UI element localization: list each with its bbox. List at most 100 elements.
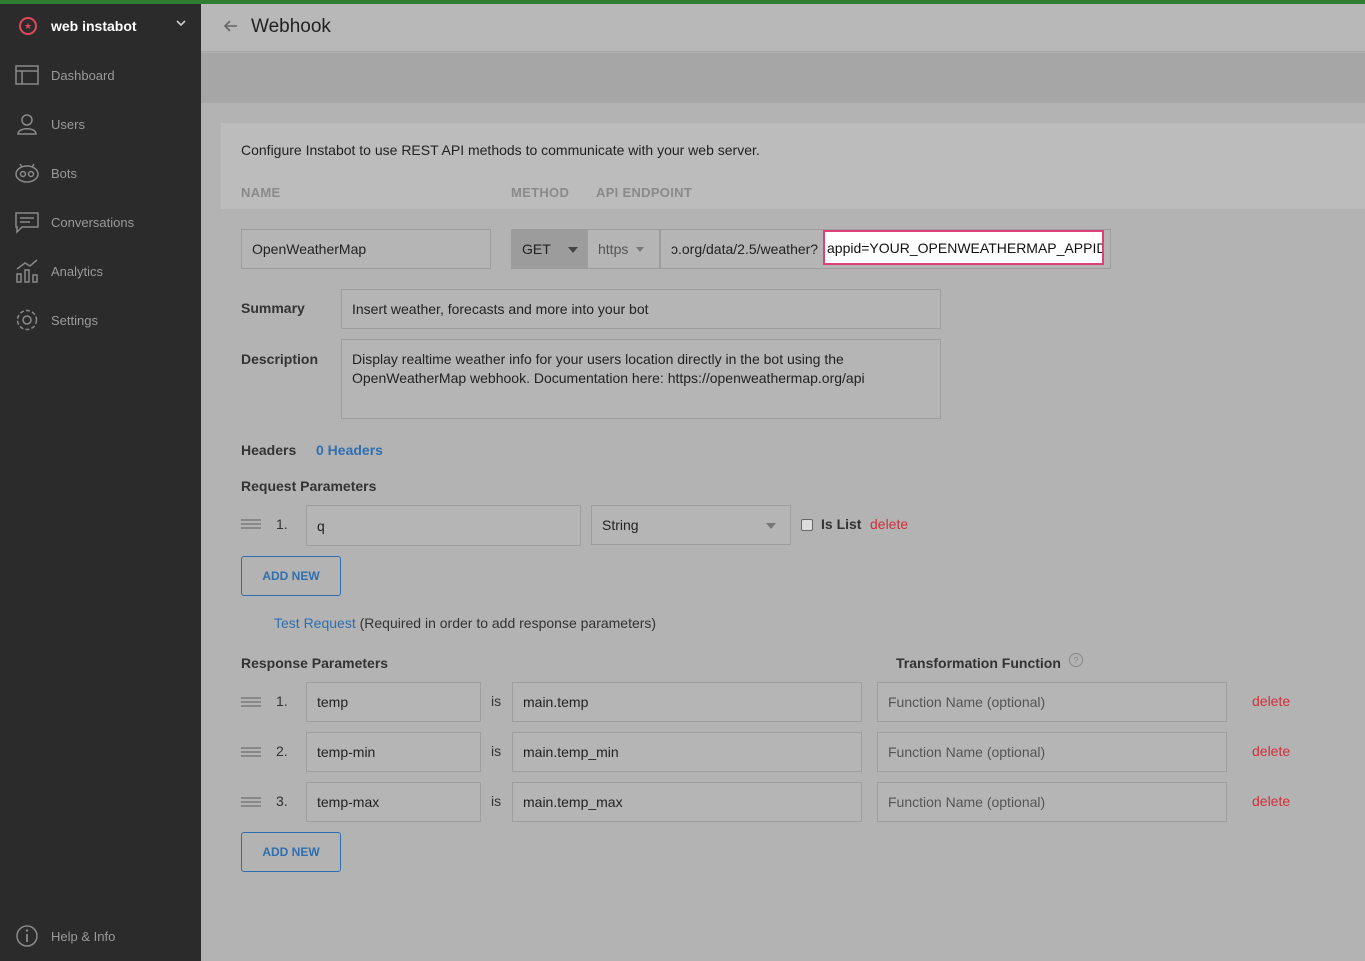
row-number: 1. (276, 693, 288, 709)
headers-label: Headers (241, 442, 297, 458)
add-response-param-button[interactable]: ADD NEW (241, 832, 341, 872)
endpoint-highlight-text: appid=YOUR_OPENWEATHERMAP_APPID (827, 239, 1104, 256)
response-param-name-input[interactable]: temp-min (306, 732, 481, 772)
brand-name: web instabot (51, 18, 137, 34)
summary-input[interactable]: Insert weather, forecasts and more into … (341, 289, 941, 329)
drag-handle-icon[interactable] (241, 797, 261, 807)
brand-switcher[interactable]: ★ web instabot (0, 4, 201, 48)
response-param-path-input[interactable]: main.temp_min (512, 732, 862, 772)
delete-request-param-link[interactable]: delete (870, 516, 908, 532)
function-name-input[interactable]: Function Name (optional) (877, 782, 1227, 822)
sidebar: ★ web instabot Dashboard Users Bots Conv… (0, 4, 201, 961)
drag-handle-icon[interactable] (241, 519, 261, 529)
webhook-name-input[interactable]: OpenWeatherMap (241, 229, 491, 269)
headers-link[interactable]: 0 Headers (316, 442, 383, 458)
sidebar-item-analytics[interactable]: Analytics (0, 251, 201, 291)
function-name-placeholder: Function Name (optional) (888, 794, 1046, 810)
back-arrow-icon[interactable] (223, 18, 239, 34)
protocol-select[interactable]: https (587, 229, 660, 269)
response-param-name-value: temp (317, 694, 349, 710)
sidebar-item-users[interactable]: Users (0, 104, 201, 144)
page-header: Webhook (201, 4, 1365, 52)
help-circle-icon[interactable]: ? (1068, 652, 1084, 668)
row-number: 1. (276, 516, 288, 532)
caret-down-icon (766, 523, 776, 529)
is-list-label: Is List (821, 516, 862, 532)
response-param-path-input[interactable]: main.temp (512, 682, 862, 722)
function-name-placeholder: Function Name (optional) (888, 694, 1046, 710)
test-request-link[interactable]: Test Request (274, 615, 356, 631)
endpoint-prefix: ɔ.org/data/2.5/weather? (671, 241, 819, 257)
description-line: OpenWeatherMap webhook. Documentation he… (352, 370, 865, 386)
gear-icon (16, 309, 38, 331)
sidebar-item-settings[interactable]: Settings (0, 300, 201, 340)
is-list-checkbox[interactable] (801, 519, 813, 531)
description-textarea[interactable]: Display realtime weather info for your u… (341, 339, 941, 419)
response-param-name-input[interactable]: temp (306, 682, 481, 722)
summary-label: Summary (241, 300, 305, 316)
column-header-endpoint: API ENDPOINT (596, 185, 693, 200)
info-icon (16, 925, 38, 947)
sidebar-item-label: Settings (51, 312, 98, 328)
description-line: Display realtime weather info for your u… (352, 351, 844, 367)
method-select[interactable]: GET (511, 229, 587, 269)
request-param-type-value: String (602, 517, 639, 533)
instabot-logo-icon: ★ (19, 17, 37, 35)
chat-icon (15, 212, 39, 234)
function-name-input[interactable]: Function Name (optional) (877, 682, 1227, 722)
is-label: is (491, 693, 502, 709)
request-param-name-value: q (317, 517, 325, 534)
delete-response-param-link[interactable]: delete (1252, 693, 1290, 709)
caret-down-icon (636, 247, 644, 252)
header-banner (201, 53, 1365, 103)
add-request-param-button[interactable]: ADD NEW (241, 556, 341, 596)
is-label: is (491, 793, 502, 809)
config-card (221, 123, 1365, 209)
response-param-path-value: main.temp_max (523, 794, 623, 810)
test-request-row: Test Request (Required in order to add r… (274, 615, 656, 631)
endpoint-highlight[interactable]: appid=YOUR_OPENWEATHERMAP_APPID (823, 230, 1104, 265)
sidebar-item-label: Conversations (51, 214, 135, 230)
sidebar-item-label: Analytics (51, 263, 104, 279)
response-param-path-value: main.temp_min (523, 744, 619, 760)
sidebar-item-label: Help & Info (51, 928, 116, 944)
page-title: Webhook (251, 16, 331, 37)
response-param-name-value: temp-max (317, 794, 380, 810)
sidebar-item-label: Users (51, 116, 85, 132)
webhook-name-value: OpenWeatherMap (252, 241, 367, 257)
request-parameters-label: Request Parameters (241, 478, 377, 494)
response-param-path-input[interactable]: main.temp_max (512, 782, 862, 822)
column-header-name: NAME (241, 185, 281, 200)
bot-icon (15, 163, 39, 183)
chevron-down-icon (176, 20, 186, 27)
request-param-type-select[interactable]: String (591, 505, 791, 545)
delete-response-param-link[interactable]: delete (1252, 793, 1290, 809)
response-param-path-value: main.temp (523, 694, 589, 710)
svg-text:?: ? (1073, 656, 1078, 666)
drag-handle-icon[interactable] (241, 747, 261, 757)
test-request-note: (Required in order to add response param… (359, 615, 657, 631)
sidebar-item-label: Bots (51, 165, 78, 181)
sidebar-item-dashboard[interactable]: Dashboard (0, 55, 201, 95)
delete-response-param-link[interactable]: delete (1252, 743, 1290, 759)
function-name-input[interactable]: Function Name (optional) (877, 732, 1227, 772)
sidebar-item-bots[interactable]: Bots (0, 153, 201, 193)
method-value: GET (522, 241, 551, 257)
protocol-value: https (598, 241, 629, 257)
intro-text: Configure Instabot to use REST API metho… (241, 142, 760, 158)
user-icon (17, 114, 37, 135)
description-label: Description (241, 351, 319, 367)
request-param-name-input[interactable]: q (306, 505, 581, 546)
is-label: is (491, 743, 502, 759)
sidebar-item-label: Dashboard (51, 67, 115, 83)
response-param-name-input[interactable]: temp-max (306, 782, 481, 822)
row-number: 3. (276, 793, 288, 809)
caret-down-icon (568, 247, 578, 253)
summary-value: Insert weather, forecasts and more into … (352, 301, 649, 317)
response-param-name-value: temp-min (317, 744, 376, 760)
row-number: 2. (276, 743, 288, 759)
transformation-function-label: Transformation Function (896, 655, 1061, 671)
drag-handle-icon[interactable] (241, 697, 261, 707)
sidebar-item-help[interactable]: Help & Info (0, 916, 201, 956)
sidebar-item-conversations[interactable]: Conversations (0, 202, 201, 242)
